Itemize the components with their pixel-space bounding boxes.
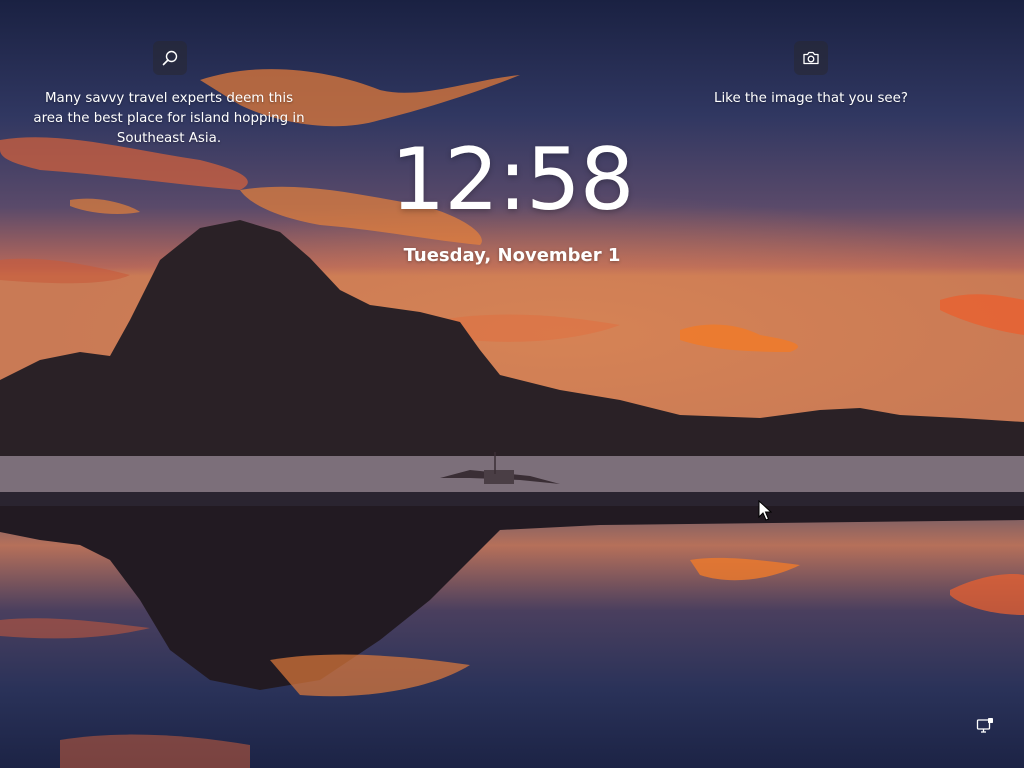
camera-button[interactable] — [794, 41, 828, 75]
network-icon[interactable] — [975, 716, 995, 736]
search-icon — [162, 50, 178, 66]
search-button[interactable] — [153, 41, 187, 75]
camera-icon — [803, 51, 819, 65]
lock-screen[interactable]: Many savvy travel experts deem this area… — [0, 0, 1024, 768]
lock-clock: 12:58 — [390, 130, 635, 230]
lock-date: Tuesday, November 1 — [403, 245, 621, 266]
mouse-pointer — [758, 500, 772, 521]
like-image-prompt[interactable]: Like the image that you see? — [700, 89, 922, 109]
spotlight-fact-text[interactable]: Many savvy travel experts deem this area… — [30, 89, 308, 149]
